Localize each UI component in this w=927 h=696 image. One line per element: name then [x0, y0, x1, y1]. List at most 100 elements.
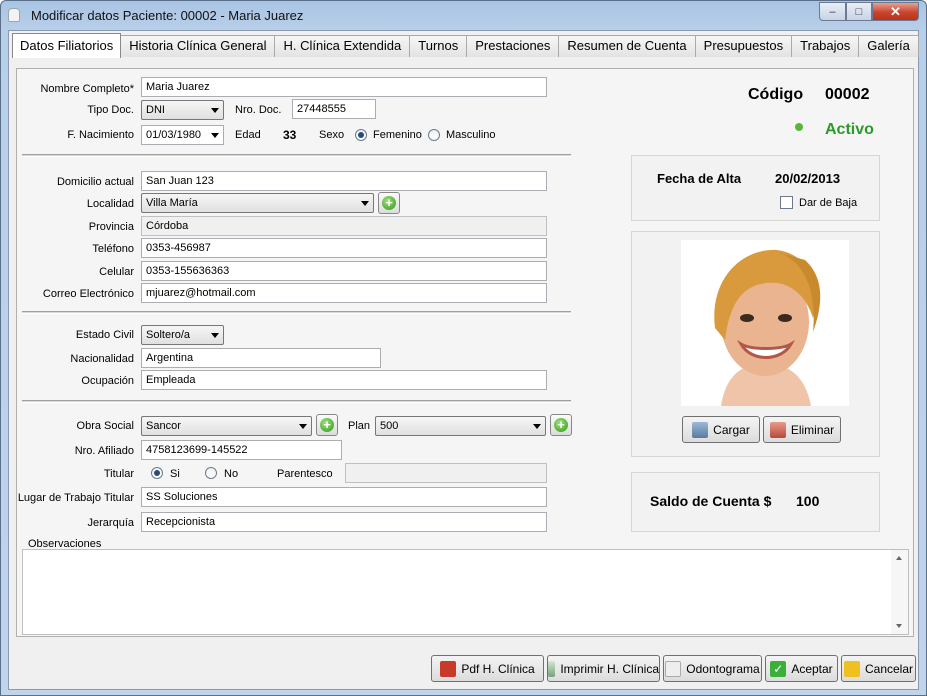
estado-civil-label: Estado Civil [75, 329, 134, 341]
codigo-label: Código [748, 86, 804, 103]
correo-input[interactable]: mjuarez@hotmail.com [141, 283, 547, 303]
cancelar-label: Cancelar [864, 661, 914, 676]
edad-label: Edad [235, 129, 261, 141]
titular-no-label: No [224, 468, 239, 480]
chevron-down-icon [533, 424, 541, 429]
patient-photo [681, 240, 849, 406]
odontograma-label: Odontograma [686, 661, 760, 676]
tooth-icon [8, 8, 20, 22]
tab-presupuestos[interactable]: Presupuestos [694, 35, 793, 57]
nombre-input[interactable]: Maria Juarez [141, 77, 547, 97]
sexo-masculino-radio[interactable] [428, 129, 440, 141]
tipo-doc-label: Tipo Doc. [87, 104, 134, 116]
sexo-femenino-radio[interactable] [355, 129, 367, 141]
separator [22, 154, 571, 157]
tipo-doc-value: DNI [146, 104, 165, 116]
maximize-button[interactable]: □ [846, 2, 872, 21]
parentesco-field [345, 463, 547, 483]
titular-no-radio[interactable] [205, 467, 217, 479]
tab-trabajos[interactable]: Trabajos [791, 35, 860, 57]
localidad-value: Villa María [146, 197, 198, 209]
printer-icon [548, 660, 556, 677]
lugar-trabajo-input[interactable]: SS Soluciones [141, 487, 547, 507]
camera-icon [692, 421, 709, 438]
celular-label: Celular [99, 266, 134, 278]
chevron-down-icon [299, 424, 307, 429]
chevron-down-icon [361, 201, 369, 206]
cargar-label: Cargar [713, 422, 750, 437]
tipo-doc-select[interactable]: DNI [141, 100, 224, 120]
tab-resumen-cuenta[interactable]: Resumen de Cuenta [558, 35, 696, 57]
nacimiento-date[interactable]: 01/03/1980 [141, 125, 224, 145]
odontograma-button[interactable]: Odontograma [663, 655, 762, 682]
observaciones-textarea[interactable] [22, 549, 909, 635]
nacimiento-label: F. Nacimiento [67, 129, 134, 141]
nacionalidad-label: Nacionalidad [70, 353, 134, 365]
pdf-clinica-button[interactable]: Pdf H. Clínica [431, 655, 544, 682]
client-area: Datos Filiatorios Historia Clínica Gener… [8, 30, 919, 690]
tab-prestaciones[interactable]: Prestaciones [466, 35, 560, 57]
tab-galeria[interactable]: Galería [858, 35, 919, 57]
cargar-button[interactable]: Cargar [682, 416, 760, 443]
domicilio-label: Domicilio actual [56, 176, 134, 188]
plus-icon: + [320, 418, 334, 432]
plan-select[interactable]: 500 [375, 416, 546, 436]
window: Modificar datos Paciente: 00002 - Maria … [0, 0, 927, 696]
nro-doc-input[interactable]: 27448555 [292, 99, 376, 119]
obra-social-select[interactable]: Sancor [141, 416, 312, 436]
cancelar-button[interactable]: Cancelar [841, 655, 916, 682]
sexo-masculino-label: Masculino [446, 129, 496, 141]
tab-strip: Datos Filiatorios Historia Clínica Gener… [12, 33, 919, 58]
plus-icon: + [554, 418, 568, 432]
close-button[interactable]: ✕ [872, 2, 919, 21]
fecha-alta-box: Fecha de Alta 20/02/2013 Dar de Baja [631, 155, 880, 221]
telefono-input[interactable]: 0353-456987 [141, 238, 547, 258]
jerarquia-input[interactable]: Recepcionista [141, 512, 547, 532]
codigo-value: 00002 [825, 86, 870, 103]
plan-value: 500 [380, 420, 399, 432]
ocupacion-label: Ocupación [81, 375, 134, 387]
afiliado-input[interactable]: 4758123699-145522 [141, 440, 342, 460]
ocupacion-input[interactable]: Empleada [141, 370, 547, 390]
tab-clinica-extendida[interactable]: H. Clínica Extendida [274, 35, 411, 57]
tab-turnos[interactable]: Turnos [409, 35, 468, 57]
nacionalidad-input[interactable]: Argentina [141, 348, 381, 368]
dar-baja-checkbox[interactable] [780, 196, 793, 209]
tab-datos-filiatorios[interactable]: Datos Filiatorios [12, 33, 122, 58]
aceptar-button[interactable]: ✓ Aceptar [765, 655, 838, 682]
imprimir-clinica-button[interactable]: Imprimir H. Clínica [547, 655, 660, 682]
celular-input[interactable]: 0353-155636363 [141, 261, 547, 281]
fecha-alta-label: Fecha de Alta [657, 171, 742, 186]
localidad-select[interactable]: Villa María [141, 193, 374, 213]
scrollbar[interactable] [891, 550, 908, 634]
scroll-up-icon[interactable] [896, 556, 902, 560]
provincia-label: Provincia [88, 221, 134, 233]
eliminar-button[interactable]: Eliminar [763, 416, 841, 443]
jerarquia-label: Jerarquía [87, 517, 134, 529]
sexo-femenino-label: Femenino [373, 129, 422, 141]
add-plan-button[interactable]: + [550, 414, 572, 436]
add-localidad-button[interactable]: + [378, 192, 400, 214]
add-obra-social-button[interactable]: + [316, 414, 338, 436]
imprimir-clinica-label: Imprimir H. Clínica [560, 661, 659, 676]
aceptar-label: Aceptar [791, 661, 833, 676]
obra-social-label: Obra Social [76, 420, 134, 432]
separator [22, 311, 571, 314]
estado-civil-select[interactable]: Soltero/a [141, 325, 224, 345]
tab-historia-clinica-general[interactable]: Historia Clínica General [120, 35, 276, 57]
title-bar: Modificar datos Paciente: 00002 - Maria … [1, 1, 926, 29]
sexo-label: Sexo [319, 129, 345, 141]
nro-doc-label: Nro. Doc. [235, 104, 282, 116]
minimize-button[interactable]: – [819, 2, 846, 21]
telefono-label: Teléfono [92, 243, 134, 255]
eliminar-label: Eliminar [790, 422, 835, 437]
dar-baja-label: Dar de Baja [799, 197, 858, 209]
estado-civil-value: Soltero/a [146, 329, 191, 341]
plan-label: Plan [348, 420, 371, 432]
titular-si-radio[interactable] [151, 467, 163, 479]
estado-value: Activo [825, 121, 874, 138]
scroll-down-icon[interactable] [896, 624, 902, 628]
calendar-dropdown-icon [211, 133, 219, 138]
domicilio-input[interactable]: San Juan 123 [141, 171, 547, 191]
plus-icon: + [382, 196, 396, 210]
